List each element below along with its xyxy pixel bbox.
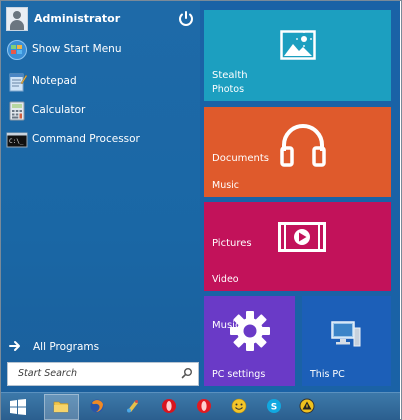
power-icon[interactable]: [177, 10, 195, 28]
file-explorer-icon[interactable]: [53, 398, 69, 414]
menu-item-label: Command Processor: [32, 133, 140, 145]
menu-item-command-processor[interactable]: C:\_ Command Processor: [1, 126, 200, 154]
svg-text:C:\_: C:\_: [9, 138, 24, 145]
menu-item-show-start-menu[interactable]: Show Start Menu: [1, 36, 200, 64]
messenger-icon[interactable]: [231, 398, 247, 414]
user-row[interactable]: Administrator: [1, 1, 200, 37]
warning-icon[interactable]: [299, 398, 315, 414]
tile-label: Photos: [212, 84, 245, 95]
skype-icon[interactable]: S: [266, 398, 282, 414]
opera-icon[interactable]: [196, 398, 212, 414]
all-programs-label: All Programs: [33, 341, 100, 353]
computer-icon: [331, 321, 361, 347]
arrow-right-icon: [9, 341, 20, 351]
windows-start-icon[interactable]: [9, 398, 27, 416]
notepad-icon: [9, 73, 28, 92]
menu-item-calculator[interactable]: Calculator: [1, 97, 200, 125]
search-icon[interactable]: [181, 367, 193, 379]
all-programs-button[interactable]: All Programs: [1, 337, 200, 357]
search-placeholder: Start Search: [18, 368, 78, 379]
start-menu-left-panel: Administrator Show Start Menu Notepad Ca…: [1, 1, 200, 392]
tile-subtitle: Pictures: [212, 238, 252, 249]
gear-icon: [230, 311, 270, 351]
photos-icon: [280, 30, 316, 60]
menu-item-label: Show Start Menu: [32, 43, 122, 55]
headphones-icon: [280, 124, 326, 167]
menu-item-label: Notepad: [32, 75, 77, 87]
tiles-panel: Stealth Photos Documents Music Pictures: [200, 1, 400, 392]
paint-icon[interactable]: [125, 398, 141, 414]
video-icon: [278, 222, 326, 252]
tile-subtitle: Stealth: [212, 70, 248, 81]
tile-subtitle: Documents: [212, 153, 270, 164]
opera-icon[interactable]: [161, 398, 177, 414]
tile-pc-settings[interactable]: Music PC settings: [204, 296, 295, 386]
calculator-icon: [9, 101, 25, 121]
tile-video[interactable]: Pictures Video: [204, 202, 391, 291]
svg-text:S: S: [271, 403, 277, 413]
avatar[interactable]: [6, 7, 28, 31]
user-name: Administrator: [34, 12, 121, 25]
menu-item-label: Calculator: [32, 104, 86, 116]
globe-icon: [7, 40, 27, 60]
tile-label: Music: [212, 180, 240, 191]
command-prompt-icon: C:\_: [6, 132, 28, 148]
tile-label: Video: [212, 274, 239, 285]
tile-music[interactable]: Documents Music: [204, 107, 391, 197]
tile-subtitle: Music: [212, 320, 241, 331]
search-box[interactable]: Start Search: [7, 362, 199, 386]
firefox-icon[interactable]: [89, 398, 105, 414]
tile-label: This PC: [310, 369, 345, 380]
tile-photos[interactable]: Stealth Photos: [204, 10, 391, 101]
start-menu-screen: Administrator Show Start Menu Notepad Ca…: [0, 0, 402, 420]
menu-item-notepad[interactable]: Notepad: [1, 68, 200, 96]
tile-this-pc[interactable]: This PC: [302, 296, 391, 386]
tile-label: PC settings: [212, 369, 266, 380]
taskbar: S: [1, 392, 400, 420]
